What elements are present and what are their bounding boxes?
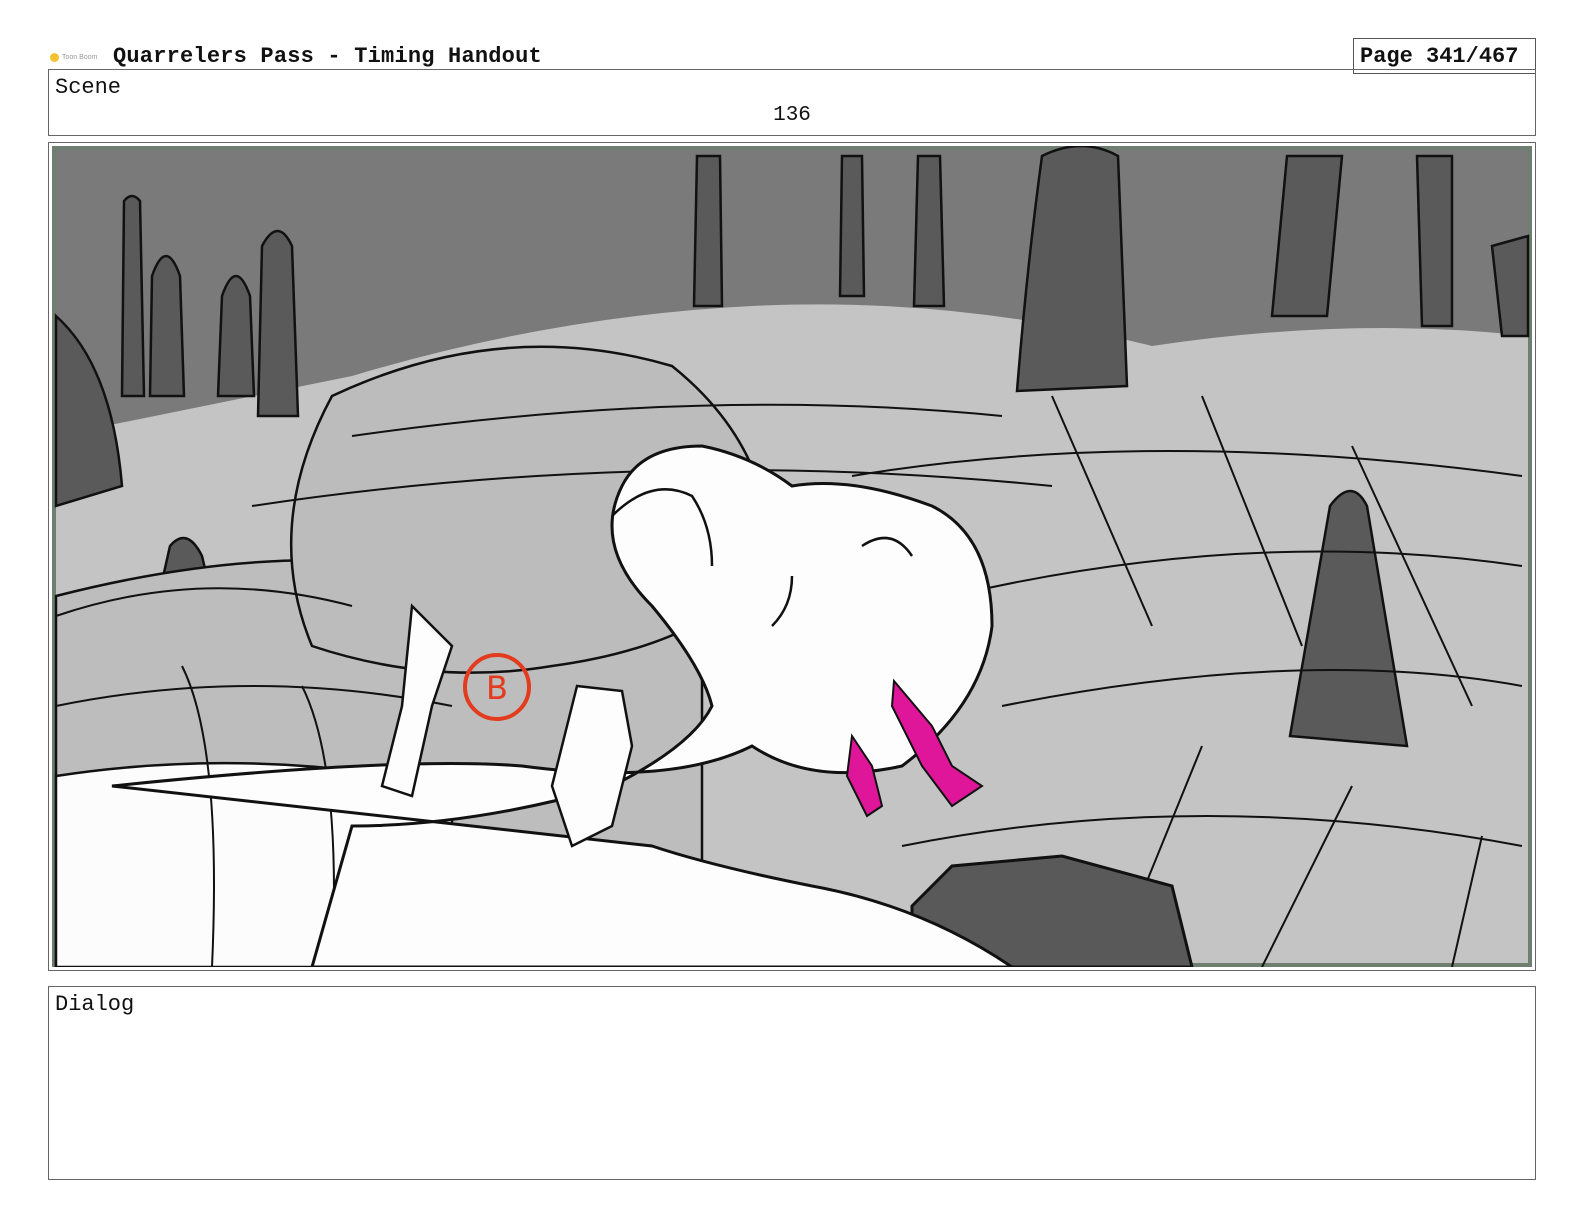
toon-boom-logo: Toon Boom bbox=[50, 50, 100, 64]
storyboard-panel: B bbox=[48, 142, 1536, 971]
sun-icon bbox=[50, 52, 59, 62]
scene-label: Scene bbox=[55, 75, 122, 100]
scene-box: Scene 136 bbox=[48, 69, 1536, 136]
page-counter: Page 341/467 bbox=[1360, 44, 1519, 69]
storyboard-drawing: B bbox=[52, 146, 1532, 967]
logo-text: Toon Boom bbox=[62, 53, 98, 61]
scene-number: 136 bbox=[773, 104, 811, 127]
shot-marker-label: B bbox=[486, 669, 508, 707]
document-title: Quarrelers Pass - Timing Handout bbox=[113, 44, 542, 69]
dialog-box: Dialog bbox=[48, 986, 1536, 1180]
dialog-label: Dialog bbox=[55, 992, 135, 1017]
